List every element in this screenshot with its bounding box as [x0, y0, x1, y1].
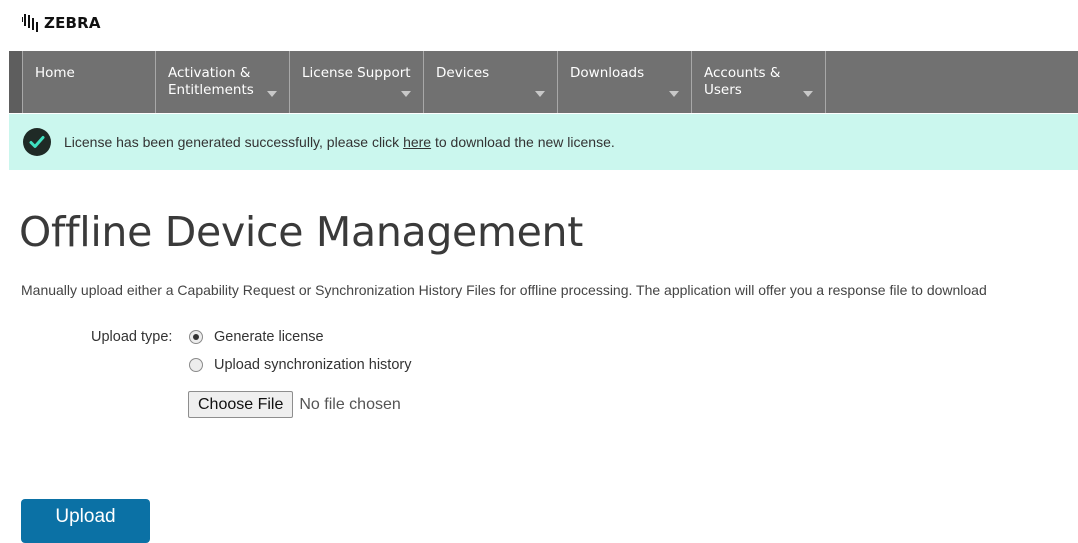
chevron-down-icon [401, 91, 411, 97]
file-picker: Choose File No file chosen [188, 391, 401, 418]
file-status-text: No file chosen [299, 395, 401, 413]
nav-item-label: Accounts & Users [704, 65, 781, 98]
upload-type-label: Upload type: [91, 329, 173, 345]
upload-button[interactable]: Upload [21, 499, 150, 543]
brand-logo[interactable]: ZEBRA [21, 10, 101, 36]
radio-label: Upload synchronization history [214, 357, 412, 373]
nav-item-devices[interactable]: Devices [424, 51, 558, 113]
nav-item-accounts-users[interactable]: Accounts & Users [692, 51, 826, 113]
chevron-down-icon [267, 91, 277, 97]
nav-item-label: Activation & Entitlements [168, 65, 254, 98]
chevron-down-icon [669, 91, 679, 97]
nav-item-label: Devices [436, 65, 490, 81]
radio-label: Generate license [214, 329, 324, 345]
chevron-down-icon [535, 91, 545, 97]
nav-item-label: Downloads [570, 65, 645, 81]
nav-item-license-support[interactable]: License Support [290, 51, 424, 113]
check-circle-icon [23, 128, 51, 156]
radio-generate-license[interactable]: Generate license [189, 329, 324, 345]
zebra-head-icon [22, 14, 38, 32]
choose-file-button[interactable]: Choose File [188, 391, 294, 418]
nav-item-downloads[interactable]: Downloads [558, 51, 692, 113]
brand-name: ZEBRA [44, 14, 101, 32]
nav-item-activation-entitlements[interactable]: Activation & Entitlements [156, 51, 290, 113]
nav-item-home[interactable]: Home [22, 51, 156, 113]
nav-item-label: Home [35, 65, 75, 81]
nav-item-label: License Support [302, 65, 411, 81]
chevron-down-icon [803, 91, 813, 97]
alert-message: License has been generated successfully,… [64, 134, 615, 150]
radio-button[interactable] [189, 358, 203, 372]
radio-upload-sync-history[interactable]: Upload synchronization history [189, 357, 411, 373]
download-license-link[interactable]: here [403, 134, 431, 150]
success-alert: License has been generated successfully,… [9, 114, 1078, 170]
radio-button-selected[interactable] [189, 330, 203, 344]
page-title: Offline Device Management [19, 208, 583, 256]
main-nav: Home Activation & Entitlements License S… [9, 51, 1078, 113]
page-description: Manually upload either a Capability Requ… [21, 282, 987, 298]
